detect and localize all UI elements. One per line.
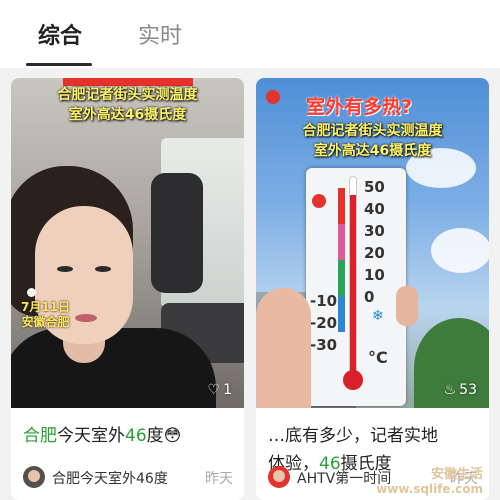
tab-active-indicator [26,63,92,66]
site-watermark: 安徽生活 www.sqlife.com [376,467,483,497]
overlay-place: 安徽合肥 [21,315,70,329]
overlay-date: 7月11日 [21,300,71,314]
video-card-1[interactable]: 合肥记者街头实测温度 室外高达46摄氏度 7月11日 安徽合肥 ♡ 1 合肥今天室… [11,78,244,500]
hand [256,288,311,408]
video-thumbnail-1[interactable]: 合肥记者街头实测温度 室外高达46摄氏度 7月11日 安徽合肥 ♡ 1 [11,78,244,408]
overlay-title-line1: 合肥记者街头实测温度 [57,87,198,103]
video-caption-1[interactable]: 合肥今天室外46度😳 [23,422,237,450]
like-count[interactable]: ♨ 53 [444,382,477,398]
author-name[interactable]: 合肥今天室外46度 [52,468,168,488]
thermometer-bulb [343,370,363,390]
tab-realtime[interactable]: 实时 [138,18,182,50]
scale-label-neg30: -30 [310,336,338,354]
scale-label-neg10: -10 [310,292,338,310]
card-meta-1: 合肥今天室外46度 昨天 [23,466,237,490]
overlay-title-line1: 合肥记者街头实测温度 [302,123,443,139]
thermometer: 50 40 30 20 10 0 -10 -20 -30 ❄ °C [306,168,406,406]
overlay-title-main: 室外有多热? [306,96,413,118]
avatar[interactable] [268,466,290,488]
video-thumbnail-2[interactable]: 室外有多热? 合肥记者街头实测温度 室外高达46摄氏度 50 40 30 20 … [256,78,489,408]
scale-label-50: 50 [364,178,385,196]
fire-icon: ♨ [443,382,457,398]
heart-icon: ♡ [207,382,221,398]
overlay-location: 7月11日 安徽合肥 [21,300,70,330]
overlay-title-line2: 室外高达46摄氏度 [313,143,432,159]
like-count[interactable]: ♡ 1 [208,382,232,398]
scale-label-0: 0 [364,288,375,306]
avatar[interactable] [23,466,45,488]
scale-label-10: 10 [364,266,385,284]
scale-label-neg20: -20 [310,314,338,332]
celsius-unit: °C [368,348,388,367]
station-logo-icon [266,90,280,104]
scale-label-30: 30 [364,222,385,240]
thermometer-mercury [350,194,356,380]
scale-label-40: 40 [364,200,385,218]
sun-icon [312,194,326,208]
post-time: 昨天 [205,471,233,487]
tab-bar: 综合 实时 [0,0,500,68]
snowflake-icon: ❄ [372,308,384,324]
tab-comprehensive[interactable]: 综合 [38,18,82,50]
scale-label-20: 20 [364,244,385,262]
overlay-title-line2: 室外高达46摄氏度 [68,107,187,123]
red-title-bar [63,78,193,86]
video-card-2[interactable]: 室外有多热? 合肥记者街头实测温度 室外高达46摄氏度 50 40 30 20 … [256,78,489,500]
